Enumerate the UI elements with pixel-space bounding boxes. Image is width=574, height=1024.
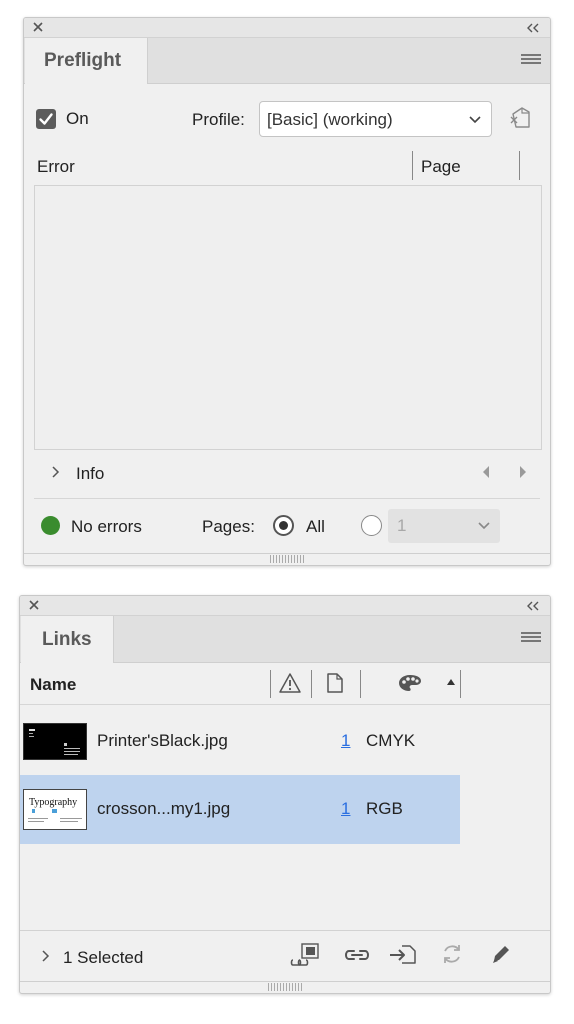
chevron-down-icon <box>469 116 481 124</box>
define-profiles-icon[interactable] <box>507 105 535 133</box>
chevron-down-icon <box>478 522 490 530</box>
thumbnail-detail <box>64 748 80 749</box>
page-icon[interactable] <box>325 672 345 694</box>
link-name: crosson...my1.jpg <box>97 799 231 818</box>
divider <box>34 498 540 499</box>
profile-dropdown-value: [Basic] (working) <box>267 110 393 129</box>
page-range-dropdown[interactable]: 1 <box>388 509 500 543</box>
link-color-space: RGB <box>366 799 403 818</box>
close-icon[interactable] <box>31 20 45 34</box>
profile-dropdown[interactable]: [Basic] (working) <box>259 101 492 137</box>
edit-original-pencil-icon[interactable] <box>490 943 512 965</box>
thumbnail-detail <box>60 818 82 819</box>
goto-link-icon[interactable] <box>388 943 418 965</box>
radio-dot <box>279 521 288 530</box>
panel-menu-icon[interactable] <box>521 632 541 646</box>
column-divider[interactable] <box>412 151 413 180</box>
on-label: On <box>66 109 89 128</box>
selection-summary[interactable]: 1 Selected <box>63 948 143 968</box>
preflight-tabbar: Preflight <box>24 38 550 84</box>
status-indicator-dot <box>41 516 60 535</box>
column-divider[interactable] <box>460 670 461 698</box>
tab-preflight[interactable]: Preflight <box>25 38 148 84</box>
update-link-refresh-icon[interactable] <box>440 942 464 966</box>
link-thumbnail <box>23 723 87 760</box>
thumbnail-text: Typography <box>29 797 78 808</box>
thumbnail-detail <box>28 821 44 822</box>
preflight-panel: Preflight On Profile: [Basic] (working) … <box>23 17 551 566</box>
link-color-space: CMYK <box>366 731 416 750</box>
collapse-panel-icon[interactable] <box>526 22 540 34</box>
sort-ascending-icon[interactable] <box>446 678 456 686</box>
profile-label: Profile: <box>192 110 245 129</box>
thumbnail-detail <box>60 821 78 822</box>
collapse-panel-icon[interactable] <box>526 600 540 612</box>
links-panel: Links Name Printer'sBlack.jpg 1 CMYK Typ… <box>19 595 551 994</box>
resize-grip[interactable] <box>268 983 302 991</box>
info-label[interactable]: Info <box>76 464 104 484</box>
link-thumbnail: Typography <box>23 789 87 830</box>
column-divider[interactable] <box>270 670 271 698</box>
link-row-selected[interactable]: Typography crosson...my1.jpg 1 RGB <box>20 775 460 844</box>
thumbnail-detail <box>29 729 35 731</box>
thumbnail-detail <box>32 809 35 813</box>
close-icon[interactable] <box>27 598 41 612</box>
thumbnail-detail <box>64 751 80 752</box>
links-footer-divider <box>20 930 550 931</box>
resize-grip[interactable] <box>270 555 304 563</box>
relink-from-library-icon[interactable] <box>289 942 323 968</box>
pages-all-radio[interactable] <box>273 515 294 536</box>
checkmark-icon <box>39 113 53 125</box>
column-divider[interactable] <box>311 670 312 698</box>
previous-arrow-icon[interactable] <box>481 465 491 479</box>
thumbnail-detail <box>64 754 78 755</box>
pages-label: Pages: <box>202 517 255 536</box>
warning-triangle-icon[interactable] <box>278 672 302 694</box>
error-column-header[interactable]: Error <box>37 157 75 177</box>
relink-chain-icon[interactable] <box>342 945 372 965</box>
link-row[interactable]: Printer'sBlack.jpg 1 CMYK <box>20 707 460 775</box>
thumbnail-detail <box>52 809 57 813</box>
panel-menu-icon[interactable] <box>521 54 541 68</box>
error-list[interactable] <box>34 185 542 450</box>
thumbnail-detail <box>64 743 67 746</box>
pages-all-label[interactable]: All <box>306 517 325 537</box>
links-titlebar <box>20 596 550 616</box>
link-page-number[interactable]: 1 <box>341 799 350 819</box>
next-arrow-icon[interactable] <box>518 465 528 479</box>
column-divider[interactable] <box>360 670 361 698</box>
page-column-header[interactable]: Page <box>421 157 461 177</box>
preflight-titlebar <box>24 18 550 38</box>
status-text: No errors <box>71 517 142 536</box>
tab-links[interactable]: Links <box>21 616 114 663</box>
link-name: Printer'sBlack.jpg <box>97 731 228 750</box>
thumbnail-detail <box>28 818 48 819</box>
links-tabbar: Links <box>20 616 550 663</box>
error-list-header: Error Page <box>24 146 550 186</box>
link-page-number[interactable]: 1 <box>341 731 350 751</box>
name-column-header[interactable]: Name <box>30 675 76 695</box>
on-checkbox[interactable] <box>36 109 56 129</box>
chevron-right-icon[interactable] <box>40 949 50 963</box>
page-range-value: 1 <box>397 516 407 535</box>
chevron-right-icon[interactable] <box>50 465 60 479</box>
pages-range-radio[interactable] <box>361 515 382 536</box>
thumbnail-detail <box>29 736 34 737</box>
column-divider[interactable] <box>519 151 520 180</box>
footer-divider <box>20 981 550 982</box>
links-header: Name <box>20 663 550 705</box>
footer-divider <box>24 553 550 554</box>
color-palette-icon[interactable] <box>397 673 423 693</box>
thumbnail-detail <box>29 733 33 734</box>
